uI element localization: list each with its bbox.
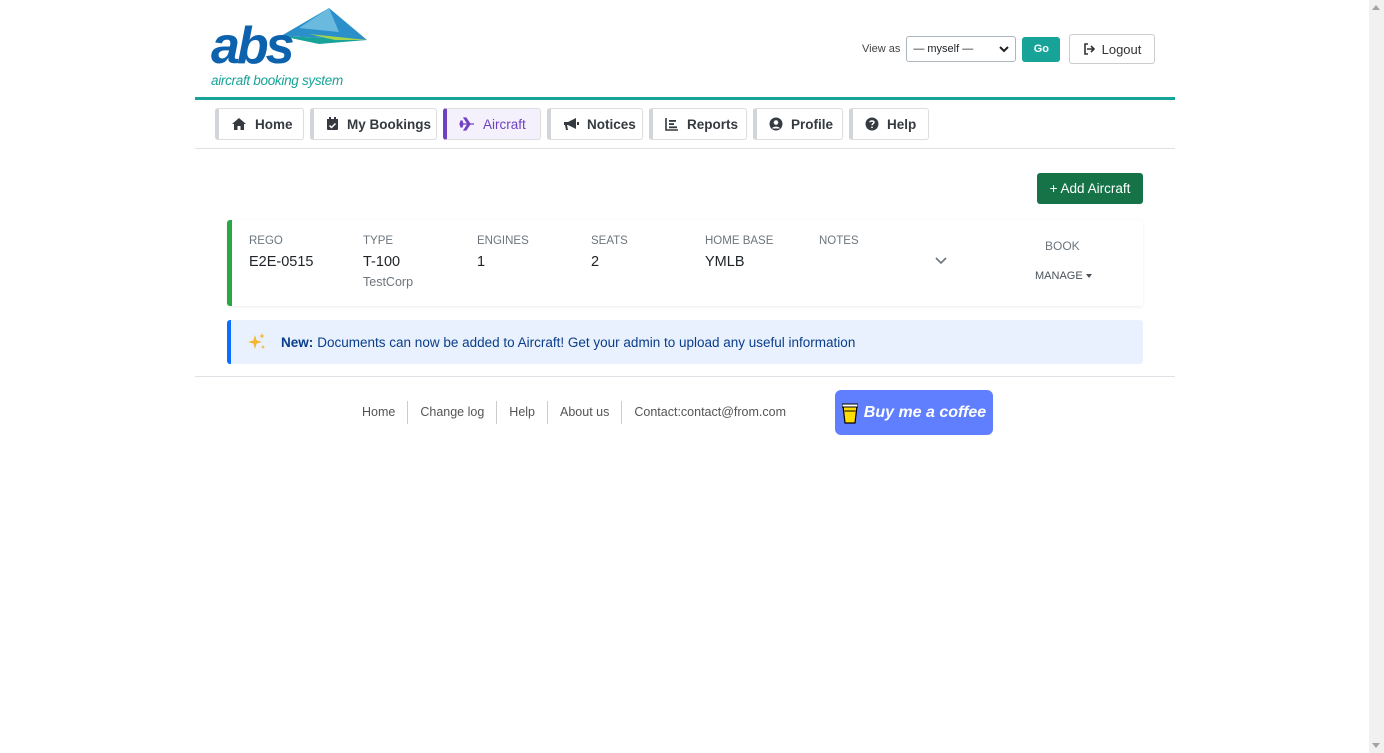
new-feature-notice: New: Documents can now be added to Aircr… — [227, 320, 1143, 364]
tab-profile-label: Profile — [791, 116, 834, 132]
chevron-down-icon[interactable] — [934, 256, 948, 266]
scroll-up-arrow-icon[interactable] — [1372, 5, 1380, 10]
abs-logo[interactable]: abs aircraft booking system — [209, 6, 367, 90]
seats-value: 2 — [591, 254, 600, 270]
home-base-value: YMLB — [705, 254, 745, 270]
home-icon — [232, 118, 246, 130]
book-button[interactable]: BOOK — [1045, 239, 1080, 253]
tab-my-bookings[interactable]: My Bookings — [310, 108, 437, 140]
tab-my-bookings-label: My Bookings — [347, 116, 432, 132]
logo-tagline: aircraft booking system — [211, 73, 343, 88]
rego-header: REGO — [249, 235, 283, 247]
footer-link-home[interactable]: Home — [350, 401, 409, 424]
calendar-check-icon — [327, 117, 338, 130]
main-nav: Home My Bookings Aircraft Notices Report… — [195, 100, 1175, 149]
sign-out-icon — [1083, 43, 1095, 55]
type-column: TYPE T-100 TestCorp — [363, 235, 413, 289]
logo-wordmark: abs — [211, 17, 295, 75]
type-header: TYPE — [363, 235, 394, 247]
seats-column: SEATS 2 — [591, 235, 628, 270]
footer-links: Home Change log Help About us Contact:co… — [350, 401, 798, 424]
chevron-down-icon — [999, 46, 1010, 53]
footer-link-help[interactable]: Help — [497, 401, 549, 424]
view-as-select[interactable]: — myself — — [906, 36, 1017, 62]
seats-header: SEATS — [591, 235, 628, 247]
type-value: T-100 — [363, 254, 401, 270]
manage-label: MANAGE — [1035, 270, 1083, 282]
add-aircraft-button[interactable]: + Add Aircraft — [1037, 173, 1143, 204]
tab-help[interactable]: Help — [849, 108, 929, 140]
view-as-control: View as — myself — Go — [862, 36, 1061, 62]
page-container: abs aircraft booking system View as — my… — [195, 0, 1175, 435]
megaphone-icon — [564, 118, 579, 130]
scroll-down-arrow-icon[interactable] — [1372, 743, 1380, 748]
footer-link-about-us[interactable]: About us — [548, 401, 623, 424]
home-base-header: HOME BASE — [705, 235, 774, 247]
footer-divider — [195, 376, 1175, 377]
home-base-column: HOME BASE YMLB — [705, 235, 773, 270]
notes-column: NOTES — [819, 235, 859, 254]
tab-aircraft[interactable]: Aircraft — [443, 108, 541, 140]
notice-text: Documents can now be added to Aircraft! … — [317, 334, 856, 350]
tab-home[interactable]: Home — [215, 108, 304, 140]
user-circle-icon — [769, 117, 783, 131]
tab-help-label: Help — [887, 116, 917, 132]
engines-value: 1 — [477, 254, 486, 270]
aircraft-card: REGO E2E-0515 TYPE T-100 TestCorp ENGINE… — [227, 220, 1143, 306]
header: abs aircraft booking system View as — my… — [195, 0, 1175, 100]
footer-link-contact[interactable]: Contact:contact@from.com — [622, 401, 798, 424]
manage-dropdown[interactable]: MANAGE — [1035, 270, 1092, 282]
tab-reports-label: Reports — [687, 116, 739, 132]
view-as-label: View as — [862, 43, 901, 55]
buy-me-a-coffee-button[interactable]: Buy me a coffee — [835, 390, 993, 435]
chart-icon — [665, 118, 678, 131]
plane-icon — [459, 117, 474, 131]
question-circle-icon — [865, 117, 879, 131]
caret-down-icon — [1085, 274, 1092, 279]
notes-header: NOTES — [819, 235, 859, 247]
sparkles-icon — [248, 333, 265, 349]
logout-label: Logout — [1101, 41, 1142, 57]
tab-profile[interactable]: Profile — [753, 108, 843, 140]
rego-value: E2E-0515 — [249, 254, 314, 270]
paper-plane-logo-icon — [281, 8, 367, 44]
tab-reports[interactable]: Reports — [649, 108, 747, 140]
tab-notices[interactable]: Notices — [547, 108, 643, 140]
tab-aircraft-label: Aircraft — [483, 116, 526, 132]
manufacturer-value: TestCorp — [363, 275, 414, 289]
coffee-cup-icon — [841, 403, 858, 424]
footer-link-change-log[interactable]: Change log — [408, 401, 498, 424]
view-as-selected-value: — myself — — [913, 43, 974, 55]
page-scrollbar[interactable] — [1369, 0, 1384, 753]
tab-notices-label: Notices — [587, 116, 636, 132]
tab-home-label: Home — [255, 116, 293, 132]
engines-header: ENGINES — [477, 235, 529, 247]
logout-button[interactable]: Logout — [1069, 34, 1155, 64]
engines-column: ENGINES 1 — [477, 235, 529, 270]
coffee-label: Buy me a coffee — [863, 403, 987, 421]
go-button[interactable]: Go — [1022, 36, 1061, 62]
notice-bold-label: New: — [281, 334, 314, 350]
rego-column: REGO E2E-0515 — [249, 235, 314, 270]
